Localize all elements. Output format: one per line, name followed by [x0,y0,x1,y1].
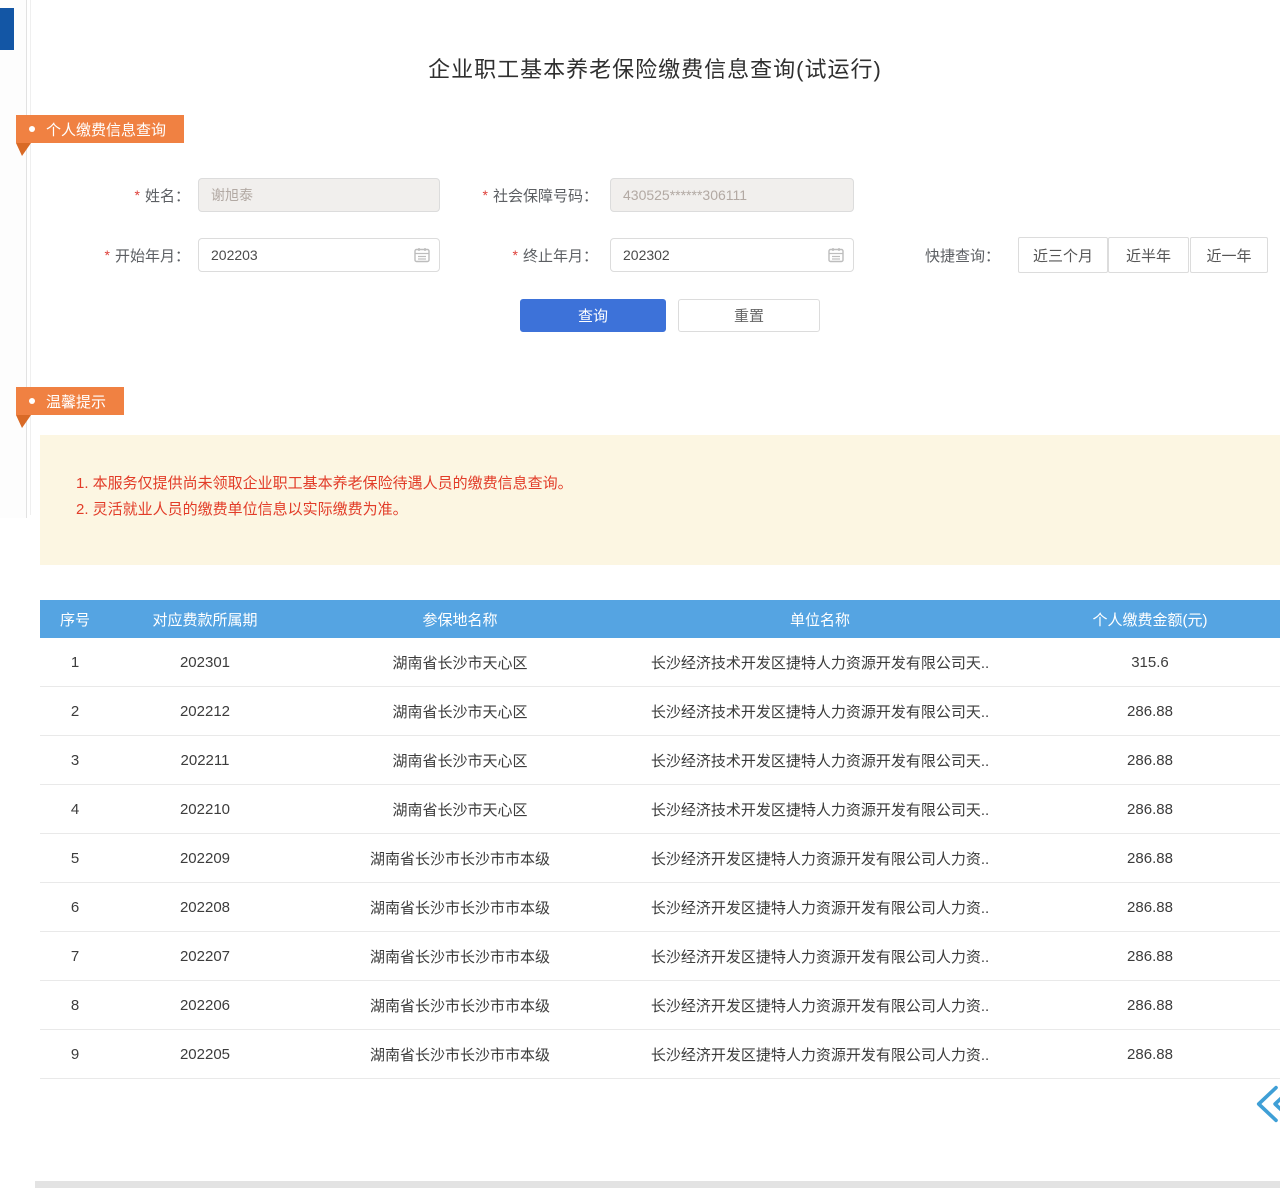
table-body: 1202301湖南省长沙市天心区长沙经济技术开发区捷特人力资源开发有限公司天..… [40,638,1280,1079]
table-cell: 长沙经济开发区捷特人力资源开发有限公司人力资.. [620,1030,1020,1079]
end-month-field[interactable] [610,238,854,272]
table-cell: 286.88 [1020,687,1280,736]
bottom-scroll-track[interactable] [35,1181,1280,1188]
table-cell: 9 [40,1030,110,1079]
header-seq: 序号 [40,600,110,638]
table-cell: 湖南省长沙市天心区 [300,638,620,687]
table-cell: 286.88 [1020,981,1280,1030]
table-cell: 湖南省长沙市长沙市市本级 [300,1030,620,1079]
table-cell: 202206 [110,981,300,1030]
calendar-icon[interactable] [413,246,431,264]
section-tag-tips: 温馨提示 [16,387,124,415]
table-cell: 5 [40,834,110,883]
table-row: 4202210湖南省长沙市天心区长沙经济技术开发区捷特人力资源开发有限公司天..… [40,785,1280,834]
table-cell: 286.88 [1020,932,1280,981]
table-cell: 湖南省长沙市长沙市市本级 [300,981,620,1030]
table-row: 6202208湖南省长沙市长沙市市本级长沙经济开发区捷特人力资源开发有限公司人力… [40,883,1280,932]
table-cell: 202211 [110,736,300,785]
table-cell: 286.88 [1020,1030,1280,1079]
query-button[interactable]: 查询 [520,299,666,332]
quick-btn-last-3-months[interactable]: 近三个月 [1018,237,1108,273]
table-row: 5202209湖南省长沙市长沙市市本级长沙经济开发区捷特人力资源开发有限公司人力… [40,834,1280,883]
ssn-field[interactable] [610,178,854,212]
table-cell: 湖南省长沙市长沙市市本级 [300,932,620,981]
table-cell: 286.88 [1020,736,1280,785]
quick-query-label: 快捷查询： [925,238,1010,272]
table-header-row: 序号 对应费款所属期 参保地名称 单位名称 个人缴费金额(元) [40,600,1280,638]
table-cell: 湖南省长沙市长沙市市本级 [300,834,620,883]
table-cell: 1 [40,638,110,687]
table-row: 1202301湖南省长沙市天心区长沙经济技术开发区捷特人力资源开发有限公司天..… [40,638,1280,687]
table-cell: 湖南省长沙市天心区 [300,687,620,736]
start-month-field[interactable] [198,238,440,272]
table-cell: 202205 [110,1030,300,1079]
required-marker: * [483,187,488,203]
collapsed-nav-block [0,8,14,50]
end-month-label: * 终止年月： [440,238,598,272]
table-cell: 202209 [110,834,300,883]
table-row: 7202207湖南省长沙市长沙市市本级长沙经济开发区捷特人力资源开发有限公司人力… [40,932,1280,981]
double-chevron-left-icon[interactable] [1254,1084,1280,1124]
table-cell: 202210 [110,785,300,834]
calendar-icon[interactable] [827,246,845,264]
table-cell: 286.88 [1020,785,1280,834]
bullet-dot-icon [29,398,35,404]
ssn-label: * 社会保障号码： [440,178,598,212]
start-month-label: * 开始年月： [60,238,190,272]
table-cell: 长沙经济技术开发区捷特人力资源开发有限公司天.. [620,736,1020,785]
table-cell: 长沙经济技术开发区捷特人力资源开发有限公司天.. [620,687,1020,736]
table-row: 3202211湖南省长沙市天心区长沙经济技术开发区捷特人力资源开发有限公司天..… [40,736,1280,785]
table-cell: 7 [40,932,110,981]
table-cell: 长沙经济开发区捷特人力资源开发有限公司人力资.. [620,932,1020,981]
table-cell: 湖南省长沙市长沙市市本级 [300,883,620,932]
section-tag-personal-query: 个人缴费信息查询 [16,115,184,143]
header-period: 对应费款所属期 [110,600,300,638]
header-amount: 个人缴费金额(元) [1020,600,1280,638]
required-marker: * [105,247,110,263]
table-cell: 8 [40,981,110,1030]
table-cell: 6 [40,883,110,932]
table-cell: 3 [40,736,110,785]
name-field[interactable] [198,178,440,212]
bullet-dot-icon [29,126,35,132]
quick-btn-last-year[interactable]: 近一年 [1190,237,1268,273]
table-cell: 286.88 [1020,834,1280,883]
table-cell: 长沙经济技术开发区捷特人力资源开发有限公司天.. [620,785,1020,834]
table-cell: 202207 [110,932,300,981]
table-cell: 202212 [110,687,300,736]
pension-query-page: { "app": { "title": "企业职工基本养老保险缴费信息查询(试运… [0,0,1280,1188]
reset-button[interactable]: 重置 [678,299,820,332]
header-insured-place: 参保地名称 [300,600,620,638]
tips-notice-box: 1. 本服务仅提供尚未领取企业职工基本养老保险待遇人员的缴费信息查询。 2. 灵… [40,435,1280,565]
table-cell: 286.88 [1020,883,1280,932]
required-marker: * [513,247,518,263]
section-tag-label: 个人缴费信息查询 [46,119,166,140]
table-cell: 长沙经济开发区捷特人力资源开发有限公司人力资.. [620,981,1020,1030]
table-cell: 长沙经济开发区捷特人力资源开发有限公司人力资.. [620,883,1020,932]
section-tag-label: 温馨提示 [46,391,106,412]
left-edge-strip [0,0,27,518]
table-cell: 4 [40,785,110,834]
table-cell: 315.6 [1020,638,1280,687]
required-marker: * [135,187,140,203]
quick-btn-last-half-year[interactable]: 近半年 [1108,237,1189,273]
page-title: 企业职工基本养老保险缴费信息查询(试运行) [30,52,1280,84]
name-label: * 姓名： [60,178,190,212]
table-row: 8202206湖南省长沙市长沙市市本级长沙经济开发区捷特人力资源开发有限公司人力… [40,981,1280,1030]
table-cell: 202301 [110,638,300,687]
table-cell: 长沙经济开发区捷特人力资源开发有限公司人力资.. [620,834,1020,883]
tips-line: 1. 本服务仅提供尚未领取企业职工基本养老保险待遇人员的缴费信息查询。 [76,471,1260,497]
payment-records-table: 序号 对应费款所属期 参保地名称 单位名称 个人缴费金额(元) 1202301湖… [40,600,1280,1079]
table-cell: 湖南省长沙市天心区 [300,736,620,785]
table-row: 9202205湖南省长沙市长沙市市本级长沙经济开发区捷特人力资源开发有限公司人力… [40,1030,1280,1079]
table-cell: 长沙经济技术开发区捷特人力资源开发有限公司天.. [620,638,1020,687]
table-cell: 湖南省长沙市天心区 [300,785,620,834]
table-cell: 2 [40,687,110,736]
table-row: 2202212湖南省长沙市天心区长沙经济技术开发区捷特人力资源开发有限公司天..… [40,687,1280,736]
table-cell: 202208 [110,883,300,932]
header-employer: 单位名称 [620,600,1020,638]
tips-line: 2. 灵活就业人员的缴费单位信息以实际缴费为准。 [76,497,1260,523]
